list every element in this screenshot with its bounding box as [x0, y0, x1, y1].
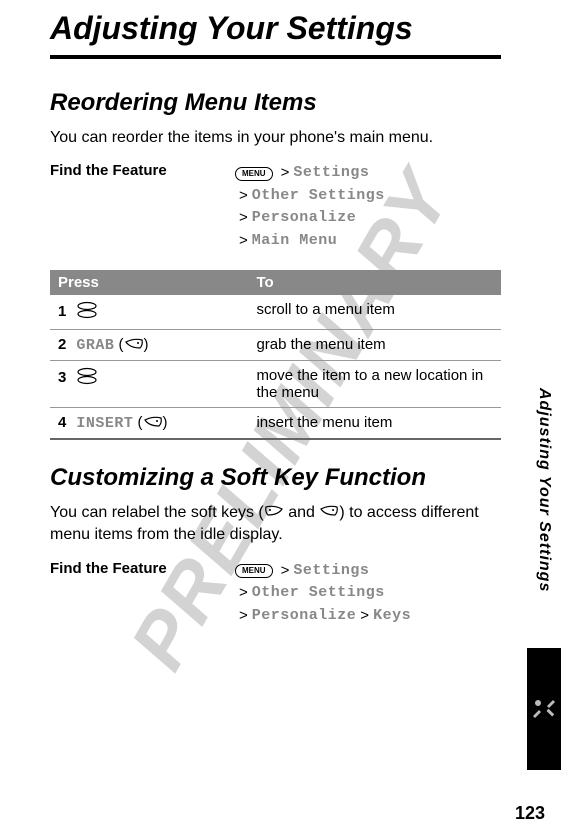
page-number: 123: [515, 803, 545, 824]
softkey-label: INSERT: [76, 415, 133, 432]
section-reordering-title: Reordering Menu Items: [50, 89, 501, 117]
col-to: To: [248, 270, 501, 295]
menu-icon: MENU: [235, 167, 273, 181]
section-reordering-intro: You can reorder the items in your phone'…: [50, 127, 501, 149]
chevron-right-icon: >: [239, 207, 248, 230]
chevron-right-icon: >: [360, 605, 369, 628]
section-softkey-title: Customizing a Soft Key Function: [50, 464, 501, 492]
step-number: 3: [58, 369, 66, 386]
nav-item: Other Settings: [252, 185, 385, 208]
chevron-right-icon: >: [281, 560, 290, 583]
find-feature-label: Find the Feature: [50, 162, 235, 179]
steps-table: Press To 1scroll to a menu item2GRAB ()g…: [50, 270, 501, 440]
menu-icon: MENU: [235, 564, 273, 578]
chevron-right-icon: >: [239, 582, 248, 605]
chevron-right-icon: >: [239, 605, 248, 628]
table-row: 3 move the item to a new location in the …: [50, 361, 501, 408]
nav-item: Settings: [293, 162, 369, 185]
title-rule: [50, 55, 501, 59]
chevron-right-icon: >: [239, 230, 248, 253]
table-row: 4INSERT ()insert the menu item: [50, 408, 501, 440]
softkey-right-icon: [143, 415, 163, 432]
table-row: 1 scroll to a menu item: [50, 295, 501, 330]
step-number: 4: [58, 414, 66, 431]
nav-path-1: MENU>Settings>Other Settings>Personalize…: [235, 162, 501, 252]
col-press: Press: [50, 270, 248, 295]
tools-icon: [532, 697, 556, 721]
chapter-title: Adjusting Your Settings: [50, 10, 501, 47]
side-tab-icon-box: [527, 648, 561, 770]
to-cell: insert the menu item: [248, 408, 501, 440]
nav-item: Keys: [373, 605, 411, 628]
press-cell: 2GRAB (): [50, 330, 248, 361]
softkey-left-icon: [264, 502, 284, 524]
section-softkey-intro: You can relabel the soft keys ( and ) to…: [50, 502, 501, 545]
nav-item: Personalize: [252, 207, 357, 230]
press-cell: 4INSERT (): [50, 408, 248, 440]
press-cell: 3: [50, 361, 248, 408]
chevron-right-icon: >: [239, 185, 248, 208]
nav-item: Personalize: [252, 605, 357, 628]
to-cell: grab the menu item: [248, 330, 501, 361]
step-number: 2: [58, 336, 66, 353]
softkey-label: GRAB: [76, 337, 114, 354]
scroll-icon: [76, 367, 98, 389]
find-feature-2: Find the Feature MENU>Settings>Other Set…: [50, 560, 501, 628]
find-feature-1: Find the Feature MENU>Settings>Other Set…: [50, 162, 501, 252]
intro-and: and: [284, 504, 320, 521]
find-feature-label-2: Find the Feature: [50, 560, 235, 577]
table-row: 2GRAB ()grab the menu item: [50, 330, 501, 361]
step-number: 1: [58, 303, 66, 320]
to-cell: scroll to a menu item: [248, 295, 501, 330]
chevron-right-icon: >: [281, 162, 290, 185]
softkey-right-icon: [319, 502, 339, 524]
nav-item: Other Settings: [252, 582, 385, 605]
scroll-icon: [76, 301, 98, 323]
nav-item: Settings: [293, 560, 369, 583]
nav-item: Main Menu: [252, 230, 338, 253]
to-cell: move the item to a new location in the m…: [248, 361, 501, 408]
nav-path-2: MENU>Settings>Other Settings>Personalize…: [235, 560, 501, 628]
press-cell: 1: [50, 295, 248, 330]
softkey-right-icon: [124, 337, 144, 354]
